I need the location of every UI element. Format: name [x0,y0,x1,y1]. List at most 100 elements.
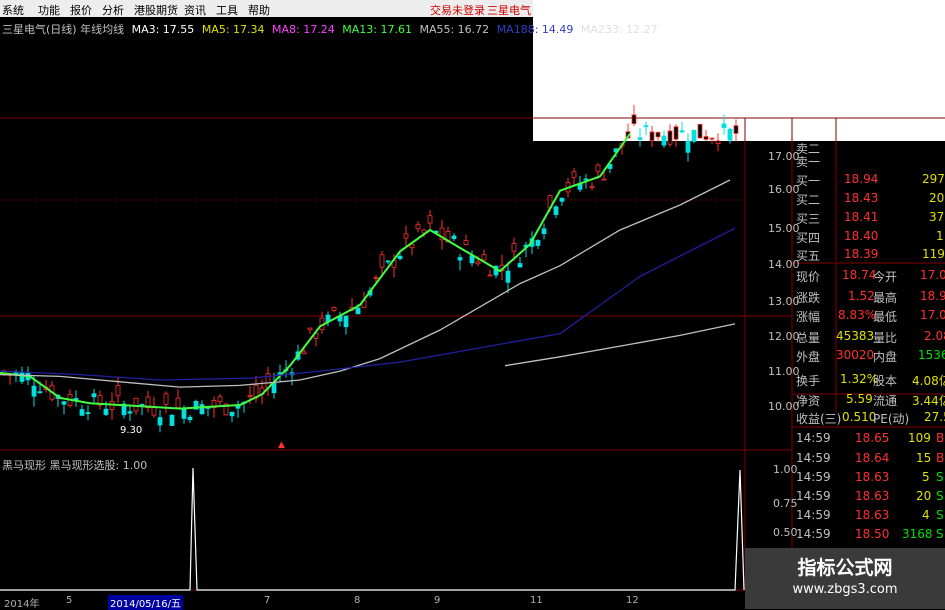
date-cursor-label: 2014/05/16/五 [108,595,184,610]
stats-label: PE(动) [873,412,910,426]
ma-lines-group [0,133,736,410]
quote-label: 最低 [873,310,898,324]
indicator-label: 黑马现形选股: 1.00 [49,459,148,472]
candle-body [229,411,235,417]
tick-side: B [936,431,945,445]
date-tick: 7 [264,595,271,606]
stats-label: 收益(三) [796,412,842,426]
watermark-title: 指标公式网 [797,557,893,579]
indicator-name: 黑马现形 [2,459,46,472]
indicator-signal-line [0,467,745,591]
stats-value: 5.59 [846,392,873,406]
stats-value: 27.5 [924,410,945,424]
price-axis-label: 15.00 [768,222,800,235]
candle-body [703,136,709,140]
stats-label: 股本 [873,374,898,388]
candle-body [595,164,601,172]
quote-value: 45383 [836,329,875,343]
candle-body [403,233,409,239]
tick-volume: 3168 [902,527,933,541]
quote-value: 8.83% [838,308,877,322]
candle-body [127,411,133,414]
candle-body [307,327,313,331]
ma-line-ma188 [0,227,736,381]
indicator-title-line: 黑马现形 黑马现形选股: 1.00 [2,457,147,473]
candle-body [427,215,433,224]
quote-value: 18.74 [842,268,877,282]
candle-body [559,197,565,202]
candle-body [355,307,361,315]
candle-body [79,409,85,416]
indicator-axis-label: 0.50 [773,526,798,539]
candle-body [685,140,691,153]
tick-volume: 15 [916,451,932,465]
stats-value: 0.510 [842,410,877,424]
candle-body [157,417,163,426]
candle-body [103,408,109,415]
orderbook-price: 18.94 [844,172,879,186]
tick-volume: 4 [922,508,930,522]
quote-value: 30020 [836,348,875,362]
tick-price: 18.64 [855,451,890,465]
candle-body [655,131,661,138]
quote-value: 1.52 [848,289,875,303]
orderbook-price: 18.43 [844,191,879,205]
low-price-mark: 9.30 [120,425,143,436]
candle-body [379,254,385,268]
tick-price: 18.50 [855,527,890,541]
date-tick: 9 [434,595,441,606]
date-tick: 5 [66,595,73,606]
candle-body [589,186,595,189]
candle-body [721,123,727,129]
price-axis-label: 12.00 [768,330,800,343]
quote-value: 17.07 [920,308,945,322]
tick-time: 14:59 [796,451,831,465]
ma-line-ma13 [0,133,631,410]
tick-side: S [936,470,944,484]
candle-body [373,277,379,280]
orderbook-label: 卖一 [796,155,821,169]
price-axis-label: 10.00 [768,400,800,413]
candle-body [487,274,493,277]
candle-body [199,404,205,415]
tick-time: 14:59 [796,431,831,445]
candle-body [301,351,307,355]
candle-body [691,129,697,142]
candle-body [85,412,91,415]
tick-side: B [936,451,945,465]
candle-body [397,255,403,260]
stats-value: 3.44亿 [912,394,945,408]
orderbook-price: 18.40 [844,229,879,243]
candle-body [601,178,607,181]
candle-body [511,243,517,252]
orderbook-volume: 20 [929,191,945,205]
candle-body [571,171,577,178]
candle-body [475,261,481,265]
stats-label: 换手 [796,374,821,388]
price-axis-label: 16.00 [768,183,800,196]
orderbook-price: 18.39 [844,247,879,261]
candle-body [115,385,121,397]
candle-body [343,315,349,328]
candle-body [463,240,469,245]
orderbook-volume: 37 [929,210,945,224]
quote-label: 量比 [873,331,898,345]
tick-side: S [936,489,944,503]
tick-time: 14:59 [796,489,831,503]
tick-price: 18.65 [855,431,890,445]
candle-body [733,125,739,134]
quote-label: 涨跌 [796,291,821,305]
candle-body [553,206,559,215]
watermark-url: www.zbgs3.com [792,582,898,597]
candle-body [385,260,391,263]
signal-mark: ▲ [278,440,285,450]
candle-body [19,371,25,382]
tick-time: 14:59 [796,527,831,541]
candle-body [709,137,715,140]
watermark-logo: 指标公式网 www.zbgs3.com [745,548,945,609]
tick-volume: 20 [916,489,932,503]
candle-body [37,391,43,394]
quote-value: 17.07 [920,268,945,282]
candle-body [667,130,673,145]
quote-value: 15363 [918,348,945,362]
